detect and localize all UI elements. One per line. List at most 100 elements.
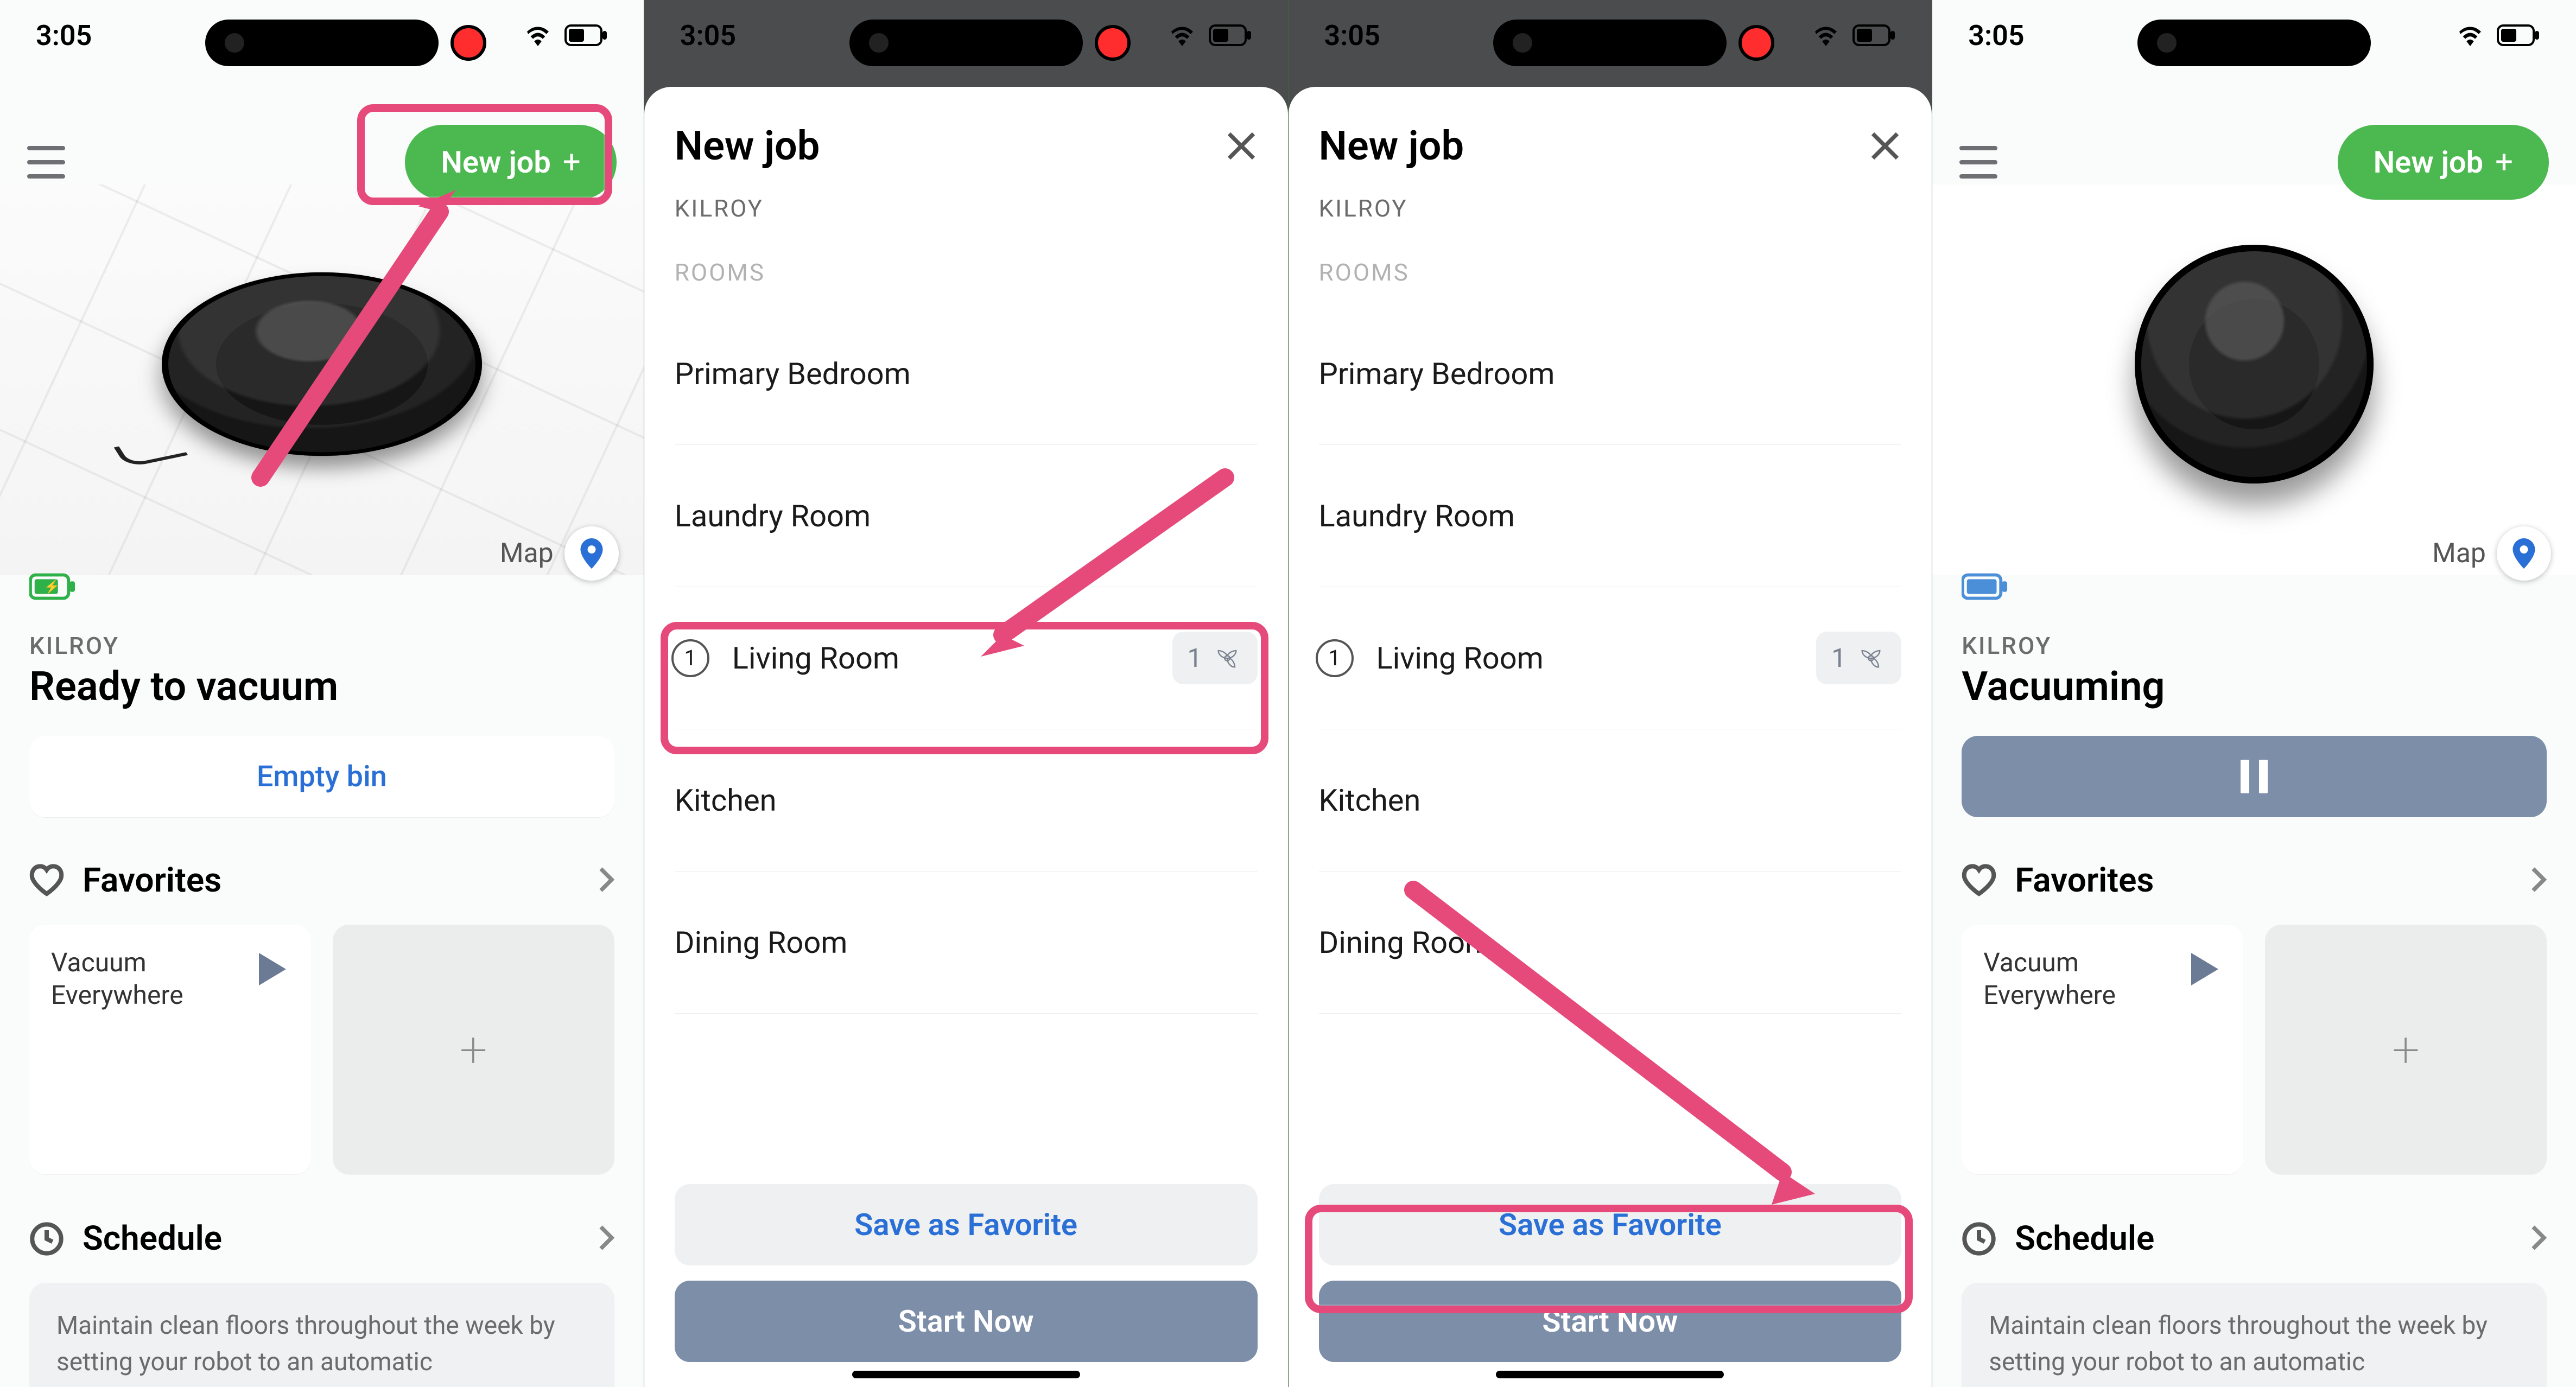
favorite-vacuum-everywhere[interactable]: Vacuum Everywhere: [29, 925, 311, 1174]
room-primary-bedroom[interactable]: Primary Bedroom: [1319, 303, 1902, 445]
record-indicator-icon: [2383, 25, 2419, 61]
room-living-room[interactable]: 1 Living Room 1: [1319, 587, 1902, 729]
heart-icon: [29, 863, 64, 898]
status-time: 3:05: [36, 19, 92, 52]
save-favorite-button[interactable]: Save as Favorite: [675, 1184, 1258, 1265]
room-order-badge: 1: [671, 639, 709, 677]
empty-bin-button[interactable]: Empty bin: [29, 736, 614, 817]
home-indicator: [1496, 1371, 1724, 1378]
sheet-title: New job: [1319, 123, 1464, 170]
status-bar: 3:05: [644, 0, 1288, 71]
favorites-header[interactable]: Favorites: [29, 861, 614, 900]
favorites-label: Favorites: [83, 861, 221, 900]
pause-button[interactable]: [1962, 736, 2547, 817]
new-job-sheet: New job KILROY ROOMS Primary Bedroom Lau…: [644, 87, 1288, 1387]
map-label: Map: [500, 538, 554, 569]
room-dining-room[interactable]: Dining Room: [675, 871, 1258, 1014]
favorites-label: Favorites: [2015, 861, 2154, 900]
record-indicator-icon: [1739, 25, 1774, 61]
start-now-button[interactable]: Start Now: [1319, 1281, 1902, 1362]
room-kitchen[interactable]: Kitchen: [675, 729, 1258, 871]
robot-name: KILROY: [1962, 632, 2052, 660]
robot-image: [162, 272, 482, 456]
rooms-heading: ROOMS: [675, 258, 1258, 287]
battery-icon: [564, 24, 608, 46]
favorite-vacuum-everywhere[interactable]: Vacuum Everywhere: [1962, 925, 2243, 1174]
new-job-label: New job: [2374, 144, 2484, 180]
favorite-label: Vacuum Everywhere: [51, 946, 289, 1011]
new-job-label: New job: [441, 144, 551, 180]
menu-button[interactable]: [1959, 146, 1997, 179]
chevron-right-icon: [2530, 866, 2547, 896]
fan-icon: [1212, 643, 1242, 673]
schedule-label: Schedule: [83, 1219, 222, 1258]
wifi-icon: [2456, 24, 2485, 46]
heart-icon: [1962, 863, 1996, 898]
rooms-heading: ROOMS: [1319, 258, 1902, 287]
wifi-icon: [1811, 24, 1841, 46]
map-button[interactable]: [2497, 526, 2551, 581]
room-order-badge: 1: [1316, 639, 1354, 677]
wifi-icon: [523, 24, 553, 46]
favorite-label: Vacuum Everywhere: [1983, 946, 2222, 1011]
add-favorite-button[interactable]: +: [2265, 925, 2547, 1174]
room-living-room[interactable]: 1 Living Room 1: [675, 587, 1258, 729]
clock-icon: [1962, 1221, 1996, 1256]
schedule-header[interactable]: Schedule: [1962, 1219, 2547, 1258]
screen-home-vacuuming: 3:05 New job + Map KILROY Vacuuming: [1932, 0, 2576, 1387]
robot-status: Ready to vacuum: [29, 663, 338, 710]
pause-icon: [2241, 760, 2268, 793]
robot-battery-icon: [1962, 573, 2008, 602]
status-time: 3:05: [1968, 19, 2024, 52]
room-kitchen[interactable]: Kitchen: [1319, 729, 1902, 871]
chevron-right-icon: [2530, 1224, 2547, 1254]
record-indicator-icon: [451, 25, 486, 61]
screen-home-ready: 3:05 New job + Map ⚡ KILROY Ready to vac…: [0, 0, 644, 1387]
play-icon: [2190, 953, 2219, 988]
room-laundry-room[interactable]: Laundry Room: [1319, 445, 1902, 587]
battery-icon: [2497, 24, 2540, 46]
room-primary-bedroom[interactable]: Primary Bedroom: [675, 303, 1258, 445]
play-icon: [258, 953, 287, 988]
screen-newjob-room: 3:05 New job KILROY ROOMS Primary Bedroo…: [644, 0, 1289, 1387]
robot-status: Vacuuming: [1962, 663, 2165, 710]
save-favorite-button[interactable]: Save as Favorite: [1319, 1184, 1902, 1265]
room-dining-room[interactable]: Dining Room: [1319, 871, 1902, 1014]
menu-button[interactable]: [27, 146, 65, 179]
room-pass-selector[interactable]: 1: [1816, 632, 1901, 684]
sheet-robot-name: KILROY: [675, 194, 1258, 222]
plus-icon: +: [2495, 153, 2513, 172]
rooms-list: Primary Bedroom Laundry Room 1 Living Ro…: [1319, 303, 1902, 1014]
chevron-right-icon: [598, 1224, 614, 1254]
schedule-label: Schedule: [2015, 1219, 2154, 1258]
status-time: 3:05: [1324, 19, 1380, 52]
dynamic-island-icon: [2137, 20, 2371, 66]
battery-icon: [1852, 24, 1896, 46]
schedule-header[interactable]: Schedule: [29, 1219, 614, 1258]
room-laundry-room[interactable]: Laundry Room: [675, 445, 1258, 587]
favorites-header[interactable]: Favorites: [1962, 861, 2547, 900]
schedule-note: Maintain clean floors throughout the wee…: [29, 1283, 614, 1387]
room-pass-selector[interactable]: 1: [1172, 632, 1258, 684]
new-job-button[interactable]: New job +: [2338, 125, 2549, 200]
plus-icon: +: [460, 1021, 487, 1078]
map-label: Map: [2432, 538, 2486, 569]
robot-image: [2135, 245, 2374, 483]
start-now-button[interactable]: Start Now: [675, 1281, 1258, 1362]
close-button[interactable]: [1869, 130, 1901, 162]
sheet-title: New job: [675, 123, 820, 170]
dynamic-island-icon: [849, 20, 1083, 66]
status-bar: 3:05: [0, 0, 644, 71]
sheet-robot-name: KILROY: [1319, 194, 1902, 222]
new-job-button[interactable]: New job +: [405, 125, 616, 200]
schedule-note: Maintain clean floors throughout the wee…: [1962, 1283, 2547, 1387]
record-indicator-icon: [1095, 25, 1131, 61]
add-favorite-button[interactable]: +: [333, 925, 614, 1174]
close-button[interactable]: [1225, 130, 1258, 162]
status-bar: 3:05: [1932, 0, 2576, 71]
status-bar: 3:05: [1289, 0, 1932, 71]
status-time: 3:05: [680, 19, 736, 52]
robot-hero: Map: [1932, 184, 2576, 575]
new-job-sheet: New job KILROY ROOMS Primary Bedroom Lau…: [1289, 87, 1932, 1387]
map-button[interactable]: [564, 526, 619, 581]
